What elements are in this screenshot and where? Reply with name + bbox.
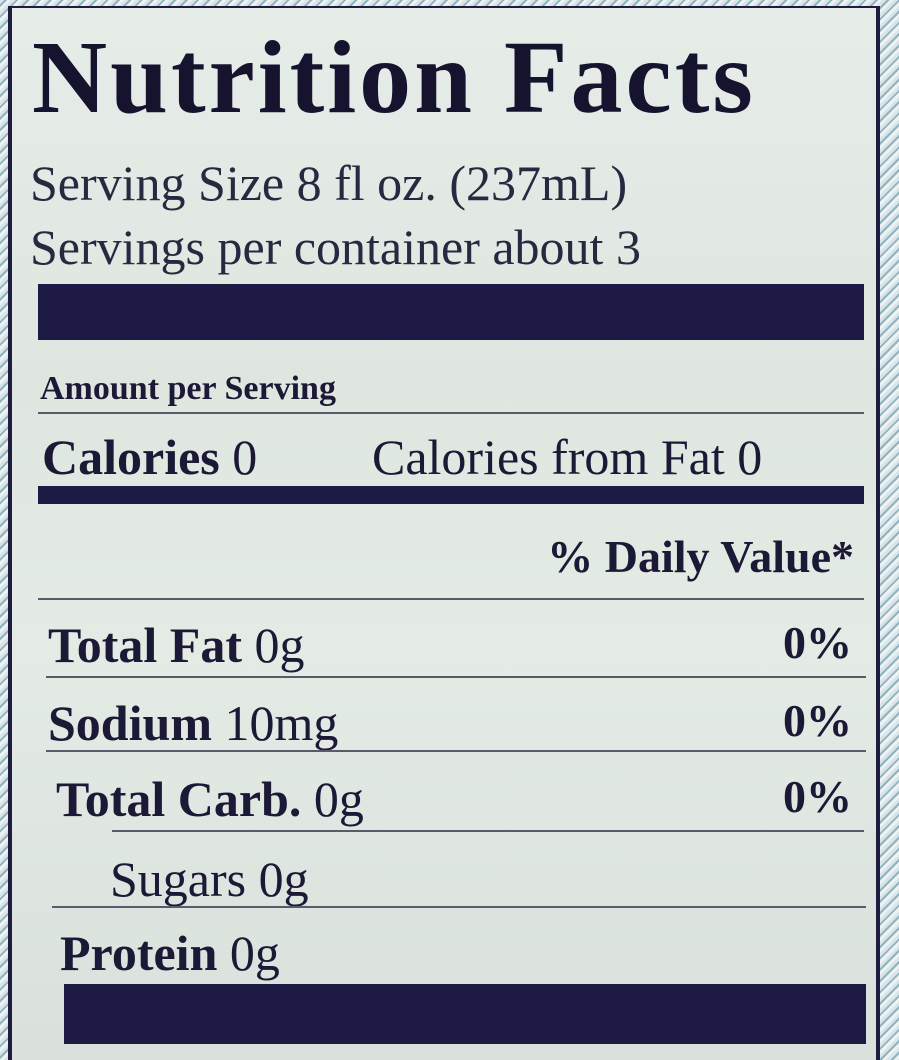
divider-rule (46, 676, 866, 678)
servings-per-container: Servings per container about 3 (30, 219, 641, 275)
nutrient-label: Sugars (110, 851, 247, 907)
thick-divider-top (38, 284, 864, 340)
divider-rule (112, 830, 864, 832)
amount-per-serving: Amount per Serving (40, 370, 336, 407)
divider-rule (38, 412, 864, 414)
nutrient-dv: 0% (783, 617, 852, 668)
nutrient-amount: 0g (229, 925, 280, 981)
medium-divider (38, 486, 864, 504)
daily-value-header: % Daily Value* (547, 531, 854, 582)
nutrient-amount: 0g (254, 617, 305, 673)
divider-rule (52, 906, 866, 908)
calories-row: Calories 0 (42, 432, 257, 482)
nutrient-amount: 10mg (224, 695, 339, 751)
nutrient-label: Protein (60, 925, 218, 981)
calories-value: 0 (232, 429, 258, 485)
divider-rule (38, 598, 864, 600)
divider-rule (46, 750, 866, 752)
nutrition-label: Nutrition Facts Serving Size 8 fl oz. (2… (8, 6, 880, 1060)
nutrient-row-sub: Sugars 0g (110, 854, 309, 904)
calories-from-fat: Calories from Fat 0 (372, 429, 763, 485)
thick-divider-bottom (64, 984, 866, 1044)
nutrient-row: Total Fat 0g (48, 620, 305, 670)
nutrient-amount: 0g (258, 851, 309, 907)
nutrient-label: Total Carb. (56, 771, 302, 827)
label-title: Nutrition Facts (32, 20, 756, 135)
nutrient-label: Total Fat (48, 617, 242, 673)
nutrient-row: Protein 0g (60, 928, 280, 978)
nutrient-row: Total Carb. 0g (56, 774, 364, 824)
nutrient-label: Sodium (48, 695, 212, 751)
calories-label: Calories (42, 429, 220, 485)
nutrient-row: Sodium 10mg (48, 698, 338, 748)
nutrient-dv: 0% (783, 771, 852, 822)
nutrient-amount: 0g (313, 771, 364, 827)
nutrient-dv: 0% (783, 695, 852, 746)
serving-size: Serving Size 8 fl oz. (237mL) (30, 155, 628, 211)
